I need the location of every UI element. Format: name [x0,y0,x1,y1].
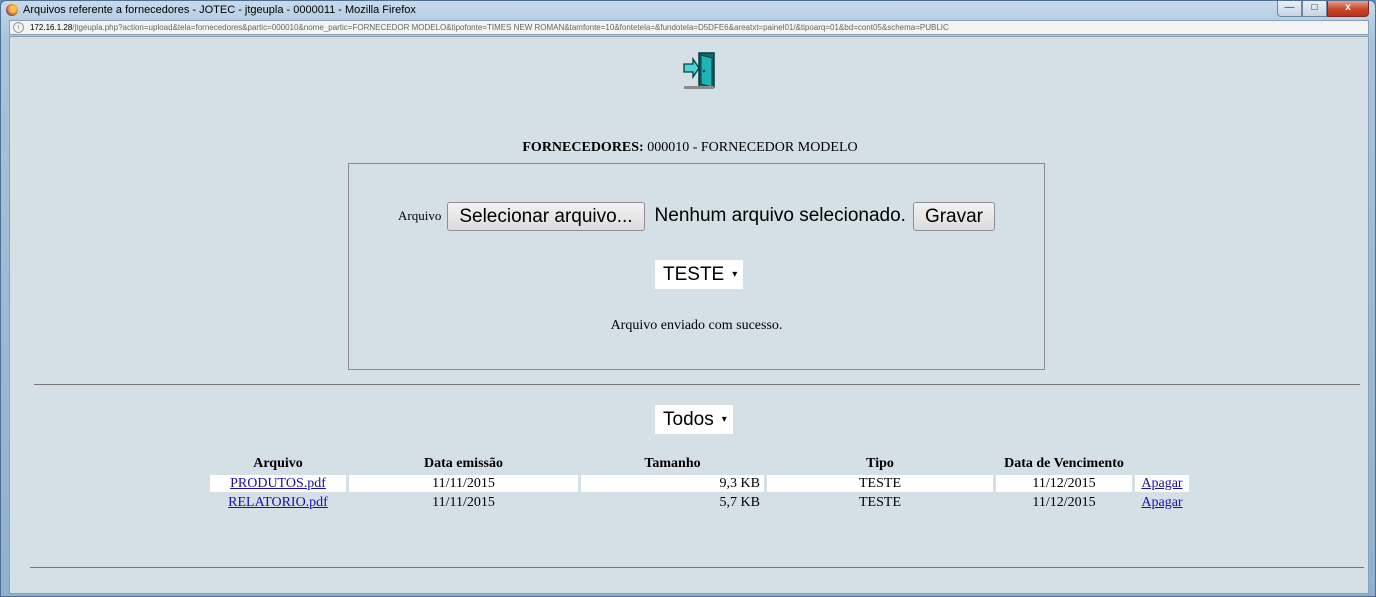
file-link[interactable]: PRODUTOS.pdf [230,476,326,491]
divider [34,384,1360,385]
file-type-value: TESTE [663,264,725,285]
exit-door-icon[interactable] [682,50,718,90]
minimize-button[interactable]: — [1277,1,1302,17]
table-header-row: Arquivo Data emissão Tamanho Tipo Data d… [210,455,1189,473]
window-controls: — □ x [1277,1,1369,18]
save-button[interactable]: Gravar [912,201,996,231]
page-content: FORNECEDORES: 000010 - FORNECEDOR MODELO… [9,36,1369,594]
no-file-text: Nenhum arquivo selecionado. [654,205,906,226]
delete-cell: Apagar [1135,475,1189,492]
file-upload-row: Arquivo Selecionar arquivo... Nenhum arq… [349,201,1044,231]
delete-cell: Apagar [1135,494,1189,511]
entity-label: FORNECEDORES: [522,140,644,155]
column-header: Arquivo [253,455,303,471]
type-filter-value: Todos [663,409,714,430]
file-type-select[interactable]: TESTE ▾ [655,260,744,289]
select-file-button[interactable]: Selecionar arquivo... [447,201,645,231]
url-path: /jtgeupla.php?action=upload&tela=fornece… [72,23,949,32]
file-name-cell: RELATORIO.pdf [210,494,346,511]
column-header: Data de Vencimento [1004,455,1124,471]
type-cell: TESTE [859,494,901,510]
file-link[interactable]: RELATORIO.pdf [228,495,328,510]
title-bar: Arquivos referente a fornecedores - JOTE… [1,1,1375,19]
status-message: Arquivo enviado com sucesso. [610,318,783,333]
type-filter-select[interactable]: Todos ▾ [655,405,733,434]
url-text[interactable]: 172.16.1.28/jtgeupla.php?action=upload&t… [30,21,949,34]
site-identity-icon[interactable]: i [13,22,24,33]
column-header: Tamanho [644,455,701,471]
chevron-down-icon: ▾ [732,269,738,281]
column-header: Data emissão [424,455,503,471]
browser-window: Arquivos referente a fornecedores - JOTE… [0,0,1376,597]
type-cell: TESTE [767,475,993,492]
window-title: Arquivos referente a fornecedores - JOTE… [23,4,416,16]
divider [30,567,1364,568]
close-button[interactable]: x [1327,1,1369,17]
size-cell: 9,3 KB [581,475,764,492]
table-row: RELATORIO.pdf 11/11/2015 5,7 KB TESTE 11… [210,494,1189,511]
page-title: FORNECEDORES: 000010 - FORNECEDOR MODELO [10,140,1368,156]
size-cell: 5,7 KB [719,494,760,510]
address-bar[interactable]: i 172.16.1.28/jtgeupla.php?action=upload… [9,20,1369,35]
issue-date-cell: 11/11/2015 [349,475,578,492]
table-row: PRODUTOS.pdf 11/11/2015 9,3 KB TESTE 11/… [210,475,1189,492]
file-name-cell: PRODUTOS.pdf [210,475,346,492]
column-header: Tipo [866,455,894,471]
delete-link[interactable]: Apagar [1141,495,1182,510]
files-table: Arquivo Data emissão Tamanho Tipo Data d… [207,453,1192,513]
entity-value: 000010 - FORNECEDOR MODELO [647,140,858,155]
file-field-label: Arquivo [397,208,442,223]
due-date-cell: 11/12/2015 [996,475,1132,492]
due-date-cell: 11/12/2015 [1032,494,1096,510]
upload-panel: Arquivo Selecionar arquivo... Nenhum arq… [348,163,1045,370]
delete-link[interactable]: Apagar [1141,476,1182,491]
issue-date-cell: 11/11/2015 [432,494,495,510]
url-host: 172.16.1.28 [30,23,73,32]
firefox-icon [6,4,18,16]
chevron-down-icon: ▾ [721,414,727,426]
maximize-button[interactable]: □ [1302,1,1327,17]
